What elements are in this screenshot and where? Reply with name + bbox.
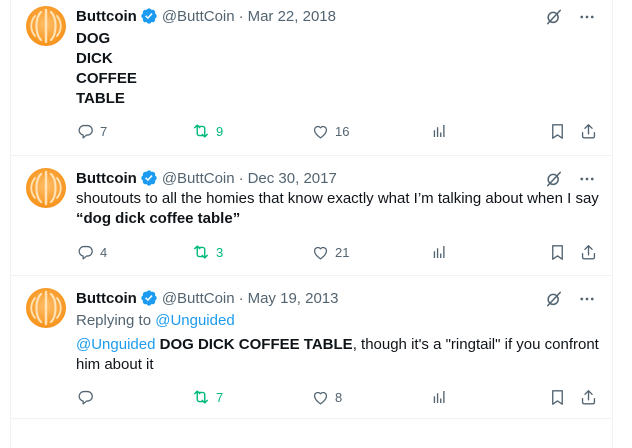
handle[interactable]: @ButtCoin [162, 290, 235, 307]
share-icon [581, 389, 596, 405]
views-button[interactable] [430, 121, 448, 141]
tweet-text-bold: “dog dick coffee table” [76, 210, 241, 227]
reply-button[interactable]: 7 [76, 121, 107, 141]
like-count: 16 [335, 123, 350, 139]
share-icon [581, 244, 596, 260]
reply-icon [78, 124, 93, 138]
avatar[interactable] [26, 288, 66, 328]
timeline: Buttcoin @ButtCoin · Mar 22, 2018 DOG DI… [10, 0, 613, 448]
views-icon [433, 125, 445, 137]
buttcoin-logo-icon [30, 170, 62, 206]
reply-count: 7 [100, 123, 108, 139]
more-icon[interactable] [578, 8, 596, 31]
buttcoin-logo-icon [30, 290, 62, 326]
tweet-header: Buttcoin @ButtCoin · May 19, 2013 [76, 288, 339, 308]
like-icon [313, 246, 328, 259]
retweet-button[interactable]: 7 [191, 387, 223, 407]
retweet-count: 9 [216, 123, 224, 139]
like-icon [313, 391, 328, 404]
retweet-icon [194, 390, 208, 404]
like-count: 8 [335, 389, 343, 405]
handle[interactable]: @ButtCoin [162, 8, 235, 25]
share-icon [581, 123, 596, 139]
share-button[interactable] [579, 121, 598, 141]
tweet-actions: 4 3 21 [76, 242, 611, 262]
bookmark-icon [552, 244, 563, 260]
bookmark-button[interactable] [548, 387, 567, 407]
tweet-header: Buttcoin @ButtCoin · Mar 22, 2018 [76, 6, 336, 26]
retweet-button[interactable]: 3 [191, 242, 223, 262]
tweet-line: TABLE [76, 90, 125, 107]
replying-to-link[interactable]: @Unguided [155, 312, 234, 329]
buttcoin-logo-icon [30, 8, 62, 44]
verified-badge-icon [140, 7, 158, 25]
share-button[interactable] [579, 242, 598, 262]
timestamp[interactable]: Mar 22, 2018 [248, 8, 336, 25]
separator: · [238, 7, 244, 25]
bookmark-icon [552, 389, 563, 405]
tweet-text-plain: shoutouts to all the homies that know ex… [76, 190, 599, 207]
tweet-text: @Unguided DOG DICK COFFEE TABLE, though … [76, 335, 606, 375]
like-button[interactable]: 21 [311, 242, 349, 262]
display-name[interactable]: Buttcoin [76, 170, 137, 187]
bookmark-icon [552, 123, 563, 139]
replying-to-label: Replying to [76, 312, 156, 329]
like-icon [313, 125, 328, 138]
reply-icon [78, 245, 93, 259]
views-button[interactable] [430, 387, 448, 407]
retweet-count: 7 [216, 389, 224, 405]
separator: · [238, 169, 244, 187]
reply-count: 4 [100, 244, 108, 260]
tweet-header: Buttcoin @ButtCoin · Dec 30, 2017 [76, 168, 337, 188]
tweet-line: COFFEE [76, 70, 137, 87]
bookmark-button[interactable] [548, 121, 567, 141]
timestamp[interactable]: May 19, 2013 [248, 290, 339, 307]
tweet-text: shoutouts to all the homies that know ex… [76, 189, 606, 229]
display-name[interactable]: Buttcoin [76, 290, 137, 307]
tweet-text-bold: DOG DICK COFFEE TABLE [159, 336, 353, 353]
verified-badge-icon [140, 169, 158, 187]
tweet-actions: 7 9 16 [76, 121, 611, 141]
bookmark-button[interactable] [548, 242, 567, 262]
views-icon [433, 246, 445, 258]
tweet-line: DOG [76, 30, 111, 47]
avatar[interactable] [26, 6, 66, 46]
mention-link[interactable]: @Unguided [76, 336, 155, 353]
reply-button[interactable]: 4 [76, 242, 107, 262]
tweet-line: DICK [76, 50, 113, 67]
separator: · [238, 289, 244, 307]
handle[interactable]: @ButtCoin [162, 170, 235, 187]
reply-icon [78, 390, 93, 404]
retweet-count: 3 [216, 244, 224, 260]
like-count: 21 [335, 244, 350, 260]
retweet-icon [194, 245, 208, 259]
tweet[interactable]: Buttcoin @ButtCoin · Dec 30, 2017 shouto… [11, 155, 612, 276]
timestamp[interactable]: Dec 30, 2017 [248, 170, 337, 187]
share-button[interactable] [579, 387, 598, 407]
avatar[interactable] [26, 168, 66, 208]
replying-to: Replying to @Unguided [76, 311, 606, 331]
like-button[interactable]: 16 [311, 121, 349, 141]
views-button[interactable] [430, 242, 448, 262]
reply-button[interactable] [76, 387, 100, 407]
tweet-text: DOG DICK COFFEE TABLE [76, 29, 606, 109]
more-icon[interactable] [578, 290, 596, 313]
display-name[interactable]: Buttcoin [76, 8, 137, 25]
tweet[interactable]: Buttcoin @ButtCoin · Mar 22, 2018 DOG DI… [11, 0, 612, 156]
retweet-button[interactable]: 9 [191, 121, 223, 141]
tweet[interactable]: Buttcoin @ButtCoin · May 19, 2013 Replyi… [11, 275, 612, 419]
retweet-icon [194, 124, 208, 138]
like-button[interactable]: 8 [311, 387, 342, 407]
views-icon [433, 391, 445, 403]
tweet-actions: 7 8 [76, 387, 611, 407]
verified-badge-icon [140, 289, 158, 307]
